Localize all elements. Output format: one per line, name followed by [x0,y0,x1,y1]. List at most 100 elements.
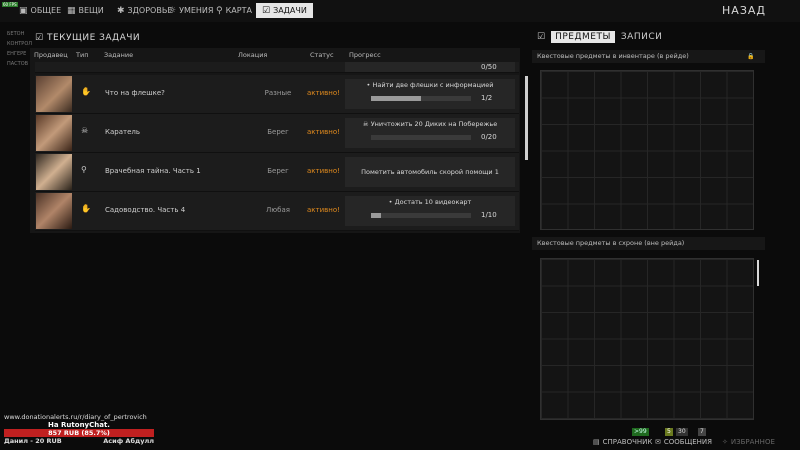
person-icon: ▣ [19,5,28,16]
tab-label: ОБЩЕЕ [30,6,62,15]
map-pin-icon: ⚲ [216,5,223,16]
pin-icon: ⚲ [81,165,87,174]
hand-icon: ✋ [81,204,91,213]
guide-label: СПРАВОЧНИК [602,438,653,446]
health-icon: ✱ [117,5,125,16]
progress-bar [371,96,471,101]
donation-url: www.donationalerts.ru/r/diary_of_pertrov… [4,413,147,421]
bulb-icon: ☼ [168,5,177,16]
tasks-title: ☑ ТЕКУЩИЕ ЗАДАЧИ [35,33,140,43]
progress-count: 0/20 [481,133,497,141]
tab-label: ЗДОРОВЬЕ [127,6,173,15]
objective-label: Уничтожить 20 Диких на Побережье [370,120,498,128]
tab-quest-items[interactable]: ПРЕДМЕТЫ [551,31,615,43]
bottom-bar: ▤ СПРАВОЧНИК ✉ СООБЩЕНИЯ ✧ ИЗБРАННОЕ [0,435,800,450]
tab-map[interactable]: ⚲ КАРТА [216,3,252,18]
messages-button[interactable]: ✉ СООБЩЕНИЯ [655,438,712,446]
inventory-grid[interactable] [540,70,754,230]
tab-label: УМЕНИЯ [179,6,214,15]
book-icon: ▤ [593,438,600,446]
table-row[interactable]: ✋ Что на флешке? Разные активно! • Найти… [35,75,519,114]
stash-scrollbar[interactable] [757,260,759,286]
objective-label: Достать 10 видеокарт [394,198,472,206]
favorites-button[interactable]: ✧ ИЗБРАННОЕ [722,438,775,446]
check-icon: ☑ [35,33,44,43]
tab-skills[interactable]: ☼ УМЕНИЯ [168,3,213,18]
objective-text: • Достать 10 видеокарт [345,198,515,206]
objective-label: Найти две флешки с информацией [372,81,494,89]
stash-icon: ▦ [67,5,76,16]
favorites-label: ИЗБРАННОЕ [730,438,775,446]
objective-text: • Найти две флешки с информацией [345,81,515,89]
tab-general[interactable]: ▣ ОБЩЕЕ [19,3,61,18]
progress-cell: • Найти две флешки с информацией 1/2 [345,79,515,109]
tasks-scrollbar[interactable] [525,76,528,160]
back-button[interactable]: НАЗАД [722,4,766,17]
task-name: Врачебная тайна. Часть 1 [105,167,201,175]
bullet-icon: • [366,81,371,89]
progress-cell: • Достать 10 видеокарт 1/10 [345,196,515,226]
task-name: Каратель [105,128,140,136]
trader-portrait [36,193,72,229]
bullet-icon: • [388,198,393,206]
col-status[interactable]: Статус [310,51,334,59]
fps-counter: 60 FPS [2,2,18,7]
trader-portrait [36,154,72,190]
guide-button[interactable]: ▤ СПРАВОЧНИК [593,438,652,446]
stash-label: Квестовые предметы в схроне (вне рейда) [532,237,765,250]
tab-label: ЗАДАЧИ [273,6,307,15]
trader-item[interactable]: БЕТОН [7,29,37,39]
task-name: Садоводство. Часть 4 [105,206,186,214]
table-row[interactable]: 0/50 [35,62,519,73]
check-icon: ☑ [537,32,546,42]
table-row[interactable]: ⚲ Врачебная тайна. Часть 1 Берег активно… [35,153,519,192]
donation-title: На RutonyChat. [48,421,110,429]
star-icon: ✧ [722,438,728,446]
tab-notes[interactable]: ЗАПИСИ [621,32,662,42]
col-location[interactable]: Локация [238,51,267,59]
tab-label: КАРТА [225,6,252,15]
task-status: активно! [307,128,340,136]
task-name: Что на флешке? [105,89,165,97]
progress-cell: Пометить автомобиль скорой помощи 1 [345,157,515,187]
lock-icon: 🔒 [747,53,755,60]
progress-fill [371,96,421,101]
task-status: активно! [307,89,340,97]
tab-health[interactable]: ✱ ЗДОРОВЬЕ [117,3,172,18]
objective-text: Пометить автомобиль скорой помощи 1 [345,168,515,176]
tab-items[interactable]: ▦ ВЕЩИ [67,3,104,18]
stash-grid[interactable] [540,258,754,420]
progress-count: 0/50 [481,63,497,71]
trader-portrait [36,115,72,151]
messages-label: СООБЩЕНИЯ [663,438,713,446]
progress-cell: 0/50 [345,62,515,72]
progress-fill [371,213,381,218]
skull-icon: ☠ [362,120,369,128]
col-trader[interactable]: Продавец [34,51,68,59]
objective-label: Пометить автомобиль скорой помощи 1 [361,168,499,176]
progress-cell: ☠ Уничтожить 20 Диких на Побережье 0/20 [345,118,515,148]
progress-bar [371,213,471,218]
right-tabs: ☑ ПРЕДМЕТЫ ЗАПИСИ [537,30,662,44]
progress-bar [371,135,471,140]
task-location: Берег [267,128,289,136]
task-location: Берег [267,167,289,175]
message-icon: ✉ [655,438,661,446]
skull-icon: ☠ [81,126,89,135]
progress-count: 1/10 [481,211,497,219]
top-nav: 60 FPS ▣ ОБЩЕЕ ▦ ВЕЩИ ✱ ЗДОРОВЬЕ ☼ УМЕНИЯ ⚲ К… [0,0,800,22]
col-progress[interactable]: Прогресс [349,51,381,59]
hand-icon: ✋ [81,87,91,96]
objective-text: ☠ Уничтожить 20 Диких на Побережье [345,120,515,128]
col-task[interactable]: Задание [104,51,133,59]
tab-label: ВЕЩИ [78,6,104,15]
col-type[interactable]: Тип [76,51,88,59]
task-location: Любая [266,206,290,214]
inventory-label: Квестовые предметы в инвентаре (в рейде) [532,50,765,63]
trader-portrait [36,76,72,112]
table-row[interactable]: ☠ Каратель Берег активно! ☠ Уничтожить 2… [35,114,519,153]
tasks-icon: ☑ [262,5,271,16]
tab-tasks[interactable]: ☑ ЗАДАЧИ [256,3,313,18]
progress-count: 1/2 [481,94,493,102]
table-row[interactable]: ✋ Садоводство. Часть 4 Любая активно! • … [35,192,519,231]
